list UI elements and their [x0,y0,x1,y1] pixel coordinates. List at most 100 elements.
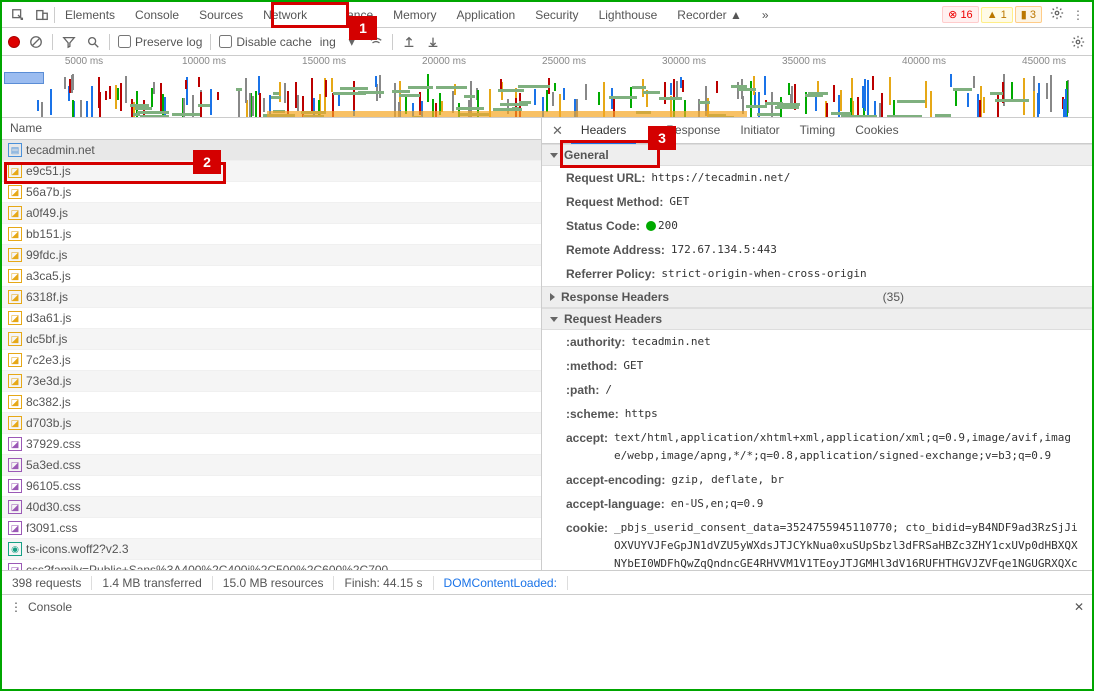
table-row[interactable]: ◪56a7b.js [2,182,541,203]
tab-network[interactable]: Network [253,2,317,28]
request-name: 73e3d.js [26,374,71,388]
request-name: a0f49.js [26,206,68,220]
tab-memory[interactable]: Memory [383,2,446,28]
tab-console[interactable]: Console [125,2,189,28]
table-row[interactable]: ◪ f3091.css [2,518,541,539]
table-row[interactable]: ◪dc5bf.js [2,329,541,350]
request-name: ts-icons.woff2?v2.3 [26,542,129,556]
wifi-icon[interactable] [368,34,384,50]
more-tabs-button[interactable]: » [752,2,779,28]
drawer-menu-icon[interactable]: ⋮ [10,600,22,614]
table-row[interactable]: ◪e9c51.js [2,161,541,182]
detail-tab-response[interactable]: Response [656,118,730,144]
request-name: 5a3ed.css [26,458,81,472]
detail-tab-headers[interactable]: Headers [571,118,636,144]
divider [210,34,211,50]
preserve-log-checkbox[interactable]: Preserve log [118,35,202,49]
js-file-icon: ◪ [8,332,22,346]
kv-row: accept:text/html,application/xhtml+xml,a… [542,426,1092,468]
network-settings-gear-icon[interactable] [1070,34,1086,50]
timeline-tick: 15000 ms [302,56,346,67]
detail-tabs: ✕ Headers ResponseInitiatorTimingCookies [542,118,1092,144]
tab-application[interactable]: Application [446,2,525,28]
table-row[interactable]: ◪6318f.js [2,287,541,308]
issue-count-badge[interactable]: ▮ 3 [1015,6,1042,23]
tab-security[interactable]: Security [525,2,588,28]
kv-row: :authority:tecadmin.net [542,330,1092,354]
record-button[interactable] [8,36,20,48]
settings-gear-icon[interactable] [1050,6,1064,23]
disable-cache-checkbox[interactable]: Disable cache [219,35,311,49]
table-row[interactable]: ◉ ts-icons.woff2?v2.3 [2,539,541,560]
kv-row: Status Code:200 [542,214,1092,238]
request-name: d703b.js [26,416,71,430]
css-file-icon: ◪ [8,521,22,535]
download-har-icon[interactable] [425,34,441,50]
request-name: 37929.css [26,437,81,451]
table-row[interactable]: ◪8c382.js [2,392,541,413]
table-row[interactable]: ◪a3ca5.js [2,266,541,287]
status-finish: Finish: 44.15 s [334,576,433,590]
kv-row: Request Method:GET [542,190,1092,214]
console-drawer[interactable]: ⋮ Console ✕ [2,594,1092,618]
table-row[interactable]: ◪css?family=Public+Sans%3A400%2C400i%2C5… [2,560,541,570]
table-row[interactable]: ◪73e3d.js [2,371,541,392]
devtools-toolbar: ElementsConsoleSourcesNetwork anceMemoryA… [2,2,1092,28]
table-row[interactable]: ▤tecadmin.net [2,140,541,161]
kv-row: accept-encoding:gzip, deflate, br [542,468,1092,492]
css-file-icon: ◪ [8,437,22,451]
table-row[interactable]: ◪d3a61.js [2,308,541,329]
tab-elements[interactable]: Elements [55,2,125,28]
table-row[interactable]: ◪ 37929.css [2,434,541,455]
timeline-overview[interactable]: 5000 ms10000 ms15000 ms20000 ms25000 ms3… [2,56,1092,118]
request-list[interactable]: ▤tecadmin.net◪e9c51.js◪56a7b.js◪a0f49.js… [2,140,541,570]
table-row[interactable]: ◪99fdc.js [2,245,541,266]
request-name: 6318f.js [26,290,68,304]
detail-tab-cookies[interactable]: Cookies [845,118,908,144]
kv-row: accept-language:en-US,en;q=0.9 [542,492,1092,516]
js-file-icon: ◪ [8,416,22,430]
tab-ance[interactable]: ance [337,2,383,28]
font-file-icon: ◉ [8,542,22,556]
table-row[interactable]: ◪96105.css [2,476,541,497]
tab-hidden[interactable] [317,2,337,28]
inspect-icon[interactable] [10,7,26,23]
clear-icon[interactable] [28,34,44,50]
detail-body[interactable]: General Request URL:https://tecadmin.net… [542,144,1092,570]
upload-har-icon[interactable] [401,34,417,50]
detail-tab-timing[interactable]: Timing [790,118,846,144]
table-row[interactable]: ◪7c2e3.js [2,350,541,371]
warning-count-badge[interactable]: ▲ 1 [981,7,1013,23]
search-icon[interactable] [85,34,101,50]
response-headers-section-header[interactable]: Response Headers(35) [542,286,1092,308]
general-section-header[interactable]: General [542,144,1092,166]
table-row[interactable]: ◪a0f49.js [2,203,541,224]
table-row[interactable]: ◪ 5a3ed.css [2,455,541,476]
detail-tab-initiator[interactable]: Initiator [730,118,789,144]
divider [52,34,53,50]
kv-row: :method:GET [542,354,1092,378]
dock-menu-icon[interactable]: ⋮ [1072,8,1084,22]
tab-lighthouse[interactable]: Lighthouse [589,2,668,28]
status-resources: 15.0 MB resources [213,576,335,590]
throttling-dropdown-icon[interactable]: ▾ [344,34,360,50]
close-drawer-icon[interactable]: ✕ [1074,600,1084,614]
table-row[interactable]: ◪ d703b.js [2,413,541,434]
timeline-tick: 10000 ms [182,56,226,67]
request-headers-section-header[interactable]: Request Headers [542,308,1092,330]
table-row[interactable]: ◪40d30.css [2,497,541,518]
tab-recorder[interactable]: Recorder ▲ [667,2,752,28]
tab-sources[interactable]: Sources [189,2,253,28]
error-count-badge[interactable]: ⊗ 16 [942,6,979,23]
status-bar: 398 requests 1.4 MB transferred 15.0 MB … [2,570,1092,594]
kv-row: Referrer Policy:strict-origin-when-cross… [542,262,1092,286]
timeline-tick: 30000 ms [662,56,706,67]
css-file-icon: ◪ [8,458,22,472]
close-detail-icon[interactable]: ✕ [548,123,567,139]
table-row[interactable]: ◪bb151.js [2,224,541,245]
device-toggle-icon[interactable] [34,7,50,23]
timeline-tick: 20000 ms [422,56,466,67]
column-header-name[interactable]: Name [2,118,541,140]
request-name: f3091.css [26,521,77,535]
filter-icon[interactable] [61,34,77,50]
